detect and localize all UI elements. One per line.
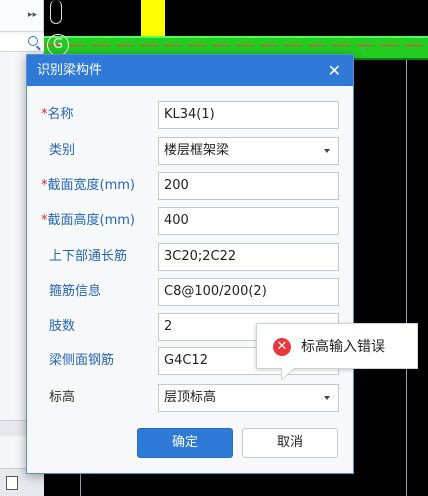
field-row-category: 类别 楼层框架梁 (27, 136, 355, 166)
field-row-width: *截面宽度(mm) 200 (27, 171, 355, 201)
elevation-value: 层顶标高 (164, 390, 217, 405)
error-message: 标高输入错误 (301, 339, 385, 355)
elevation-select[interactable]: 层顶标高 (158, 384, 339, 412)
field-row-elevation: 标高 层顶标高 (27, 383, 355, 413)
error-tooltip: ✕ 标高输入错误 (256, 323, 418, 381)
chevron-down-icon (324, 149, 330, 153)
grid-line (406, 60, 407, 496)
panel-toolbar: ▸▸ (0, 0, 43, 32)
drawing-mark (50, 0, 62, 24)
field-label: *截面宽度(mm) (41, 178, 135, 193)
close-icon[interactable]: ✕ (328, 55, 341, 86)
continuous-rebar-input[interactable]: 3C20;2C22 (158, 243, 339, 271)
field-row-name: *名称 KL34(1) (27, 100, 355, 130)
expand-arrows-icon[interactable]: ▸▸ (28, 10, 37, 20)
ok-button[interactable]: 确定 (137, 428, 233, 458)
field-label: *截面高度(mm) (41, 213, 135, 228)
axis-line (44, 45, 428, 46)
name-input[interactable]: KL34(1) (158, 101, 339, 129)
field-label: 类别 (49, 143, 76, 158)
field-label: 上下部通长筋 (49, 249, 128, 264)
axis-bubble: G (47, 34, 69, 56)
field-row-continuous-rebar: 上下部通长筋 3C20;2C22 (27, 242, 355, 272)
field-label: *名称 (41, 107, 74, 122)
dialog-titlebar: 识别梁构件 ✕ (27, 55, 353, 86)
column-shape (141, 0, 165, 36)
field-label: 标高 (49, 390, 76, 405)
section-width-input[interactable]: 200 (158, 172, 339, 200)
error-icon: ✕ (273, 338, 291, 356)
field-label: 箍筋信息 (49, 284, 102, 299)
section-height-input[interactable]: 400 (158, 207, 339, 235)
panel-search[interactable] (0, 34, 44, 52)
recognize-beam-dialog: 识别梁构件 ✕ *名称 KL34(1) 类别 楼层框架梁 *截面宽度(mm) 2… (26, 54, 354, 474)
tooltip-tail-inner (282, 368, 294, 379)
field-label: 梁侧面钢筋 (49, 353, 115, 368)
category-value: 楼层框架梁 (164, 143, 230, 158)
search-icon[interactable] (28, 36, 38, 46)
field-label: 肢数 (49, 319, 76, 334)
dialog-title: 识别梁构件 (37, 63, 103, 78)
category-select[interactable]: 楼层框架梁 (158, 137, 339, 165)
panel-bottom-icon[interactable] (6, 476, 18, 490)
stirrup-input[interactable]: C8@100/200(2) (158, 278, 339, 306)
field-row-height: *截面高度(mm) 400 (27, 206, 355, 236)
field-row-stirrup: 箍筋信息 C8@100/200(2) (27, 277, 355, 307)
cancel-button[interactable]: 取消 (242, 428, 338, 458)
chevron-down-icon (324, 396, 330, 400)
